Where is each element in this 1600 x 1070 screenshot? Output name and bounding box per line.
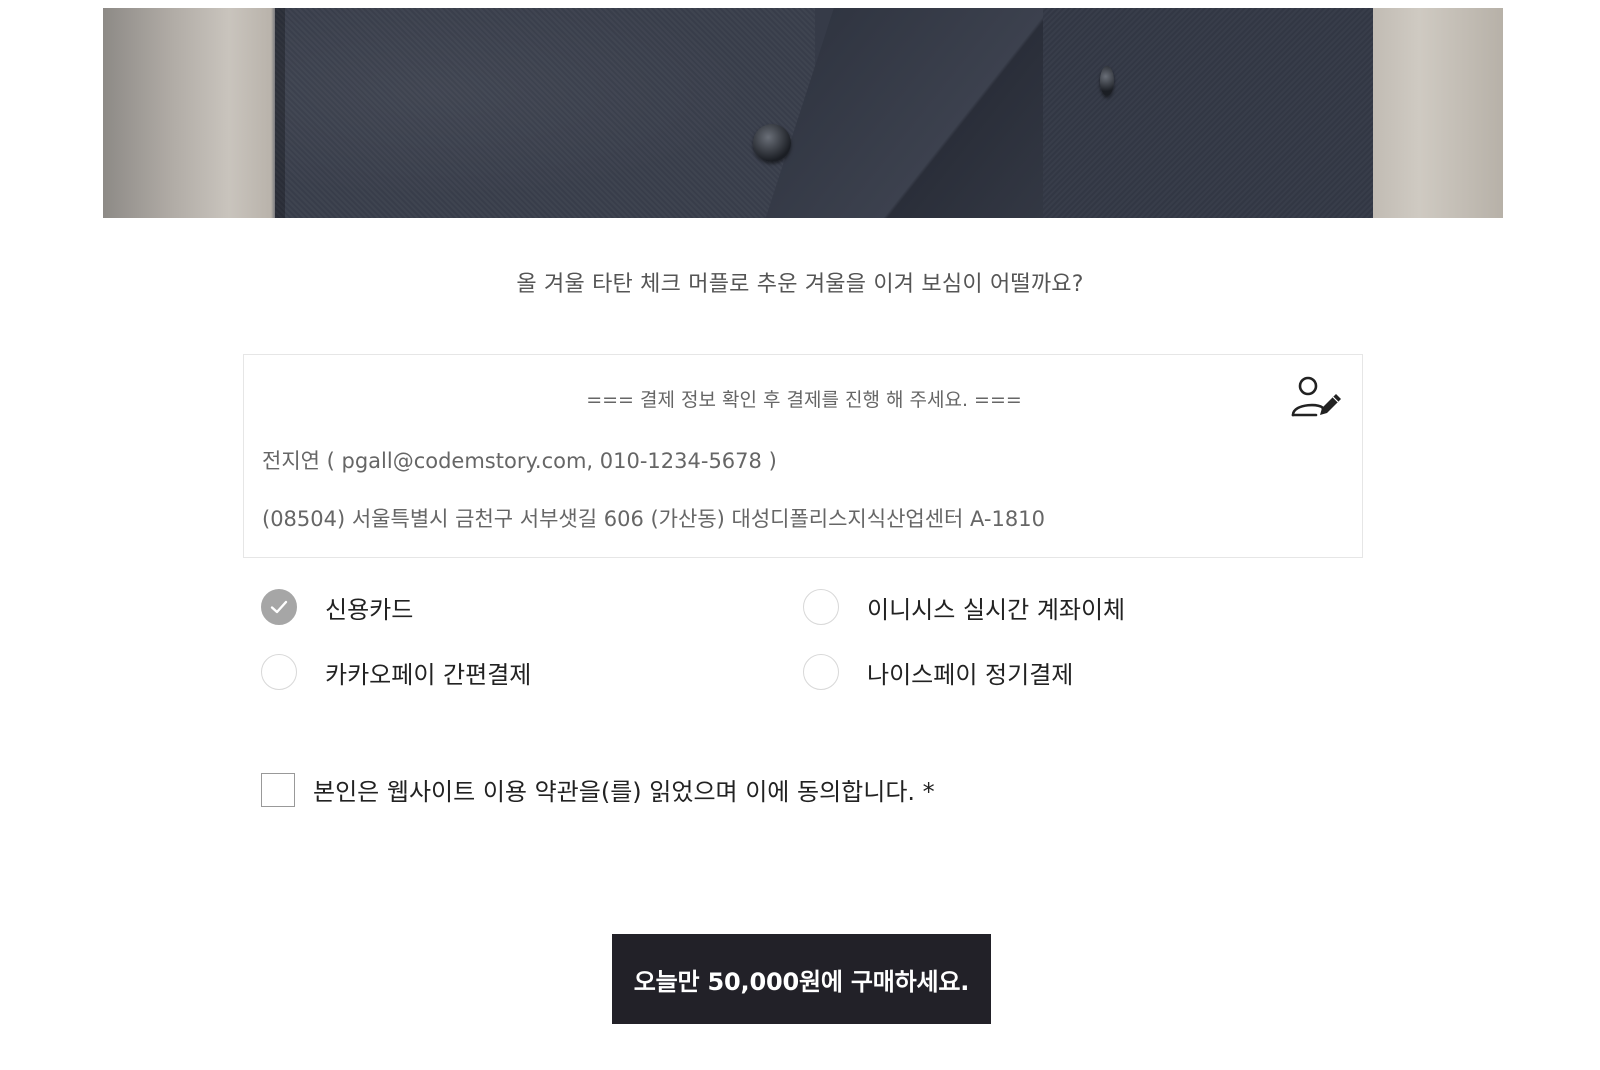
buy-now-button[interactable]: 오늘만 50,000원에 구매하세요.: [612, 934, 991, 1024]
radio-unchecked-icon[interactable]: [803, 589, 839, 625]
payment-info-box: === 결제 정보 확인 후 결제를 진행 해 주세요. === 전지연 ( p…: [243, 354, 1363, 558]
terms-agreement[interactable]: 본인은 웹사이트 이용 약관을(를) 읽었으며 이에 동의합니다. *: [261, 772, 935, 807]
payment-option-label: 카카오페이 간편결제: [325, 660, 532, 689]
terms-label: 본인은 웹사이트 이용 약관을(를) 읽었으며 이에 동의합니다. *: [313, 778, 935, 806]
jacket-button: [753, 124, 791, 162]
radio-checked-icon[interactable]: [261, 589, 297, 625]
jacket-edge-shadow: [275, 8, 285, 218]
payment-option-nicepay[interactable]: 나이스페이 정기결제: [803, 652, 1073, 692]
payment-info-title: === 결제 정보 확인 후 결제를 진행 해 주세요. ===: [586, 389, 1022, 411]
buyer-address: (08504) 서울특별시 금천구 서부샛길 606 (가산동) 대성디폴리스지…: [262, 507, 1045, 531]
checkout-page: 올 겨울 타탄 체크 머플로 추운 겨울을 이겨 보심이 어떨까요? === 결…: [0, 0, 1600, 1070]
payment-option-bank-transfer[interactable]: 이니시스 실시간 계좌이체: [803, 587, 1125, 627]
radio-unchecked-icon[interactable]: [803, 654, 839, 690]
buyer-contact: 전지연 ( pgall@codemstory.com, 010-1234-567…: [262, 449, 777, 473]
jacket-left-panel: [275, 8, 815, 218]
payment-option-kakaopay[interactable]: 카카오페이 간편결제: [261, 652, 531, 692]
payment-option-credit-card[interactable]: 신용카드: [261, 587, 413, 627]
payment-option-label: 나이스페이 정기결제: [867, 660, 1074, 689]
product-hero-image: [103, 8, 1503, 218]
radio-unchecked-icon[interactable]: [261, 654, 297, 690]
product-tagline: 올 겨울 타탄 체크 머플로 추운 겨울을 이겨 보심이 어떨까요?: [516, 272, 1084, 297]
user-edit-icon[interactable]: [1290, 375, 1344, 419]
jacket-right-panel: [1043, 8, 1373, 218]
payment-option-label: 이니시스 실시간 계좌이체: [867, 595, 1126, 624]
terms-checkbox[interactable]: [261, 772, 295, 807]
payment-option-label: 신용카드: [325, 595, 414, 624]
jacket-side-button: [1100, 66, 1114, 96]
